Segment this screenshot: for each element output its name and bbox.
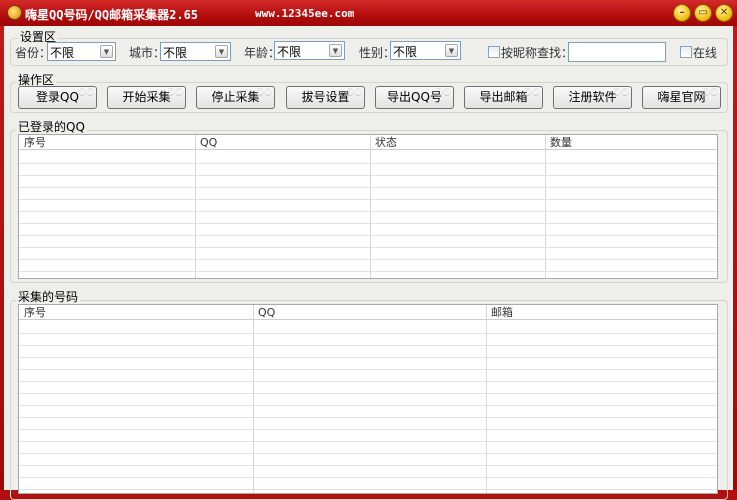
table-row	[19, 235, 717, 236]
maximize-button[interactable]: ▭	[694, 4, 712, 22]
table-row	[19, 247, 717, 248]
swirl-decoration-icon: ටට	[435, 86, 451, 99]
age-select[interactable]: 不限 ▼	[274, 41, 345, 60]
province-value: 不限	[50, 46, 75, 60]
export-qq-button[interactable]: 导出QQ号 ටට	[375, 86, 454, 109]
table-row	[19, 187, 717, 188]
online-label: 在线	[693, 46, 718, 60]
window-title: 嗨星QQ号码/QQ邮箱采集器2.65	[25, 8, 199, 22]
swirl-decoration-icon: ටට	[524, 86, 540, 99]
online-checkbox[interactable]	[680, 46, 692, 58]
app-window: 嗨星QQ号码/QQ邮箱采集器2.65 www.12345ee.com – ▭ ✕…	[0, 0, 737, 500]
button-label: 登录QQ	[36, 90, 79, 104]
register-button[interactable]: 注册软件 ටට	[553, 86, 632, 109]
close-button[interactable]: ✕	[715, 4, 733, 22]
table-row	[19, 405, 717, 406]
table-row	[19, 259, 717, 260]
table-row	[19, 199, 717, 200]
table-header: 序号 QQ 状态 数量	[19, 135, 717, 150]
button-label: 嗨星官网	[657, 90, 706, 104]
column-header[interactable]: 邮箱	[486, 305, 513, 320]
province-label: 省份：	[15, 46, 52, 60]
client-area: 设置区 省份： 不限 ▼ 城市： 不限 ▼ 年龄： 不限 ▼ 性别： 不限 ▼ 按昵称查…	[4, 26, 733, 500]
collected-group-label: 采集的号码	[16, 288, 81, 305]
column-header[interactable]: 状态	[370, 135, 397, 150]
export-email-button[interactable]: 导出邮箱 ටට	[464, 86, 543, 109]
table-row	[19, 333, 717, 334]
city-value: 不限	[163, 46, 188, 60]
table-row	[19, 163, 717, 164]
column-divider	[370, 135, 371, 278]
button-label: 注册软件	[568, 90, 617, 104]
swirl-decoration-icon: ටට	[256, 86, 272, 99]
swirl-decoration-icon: ටට	[613, 86, 629, 99]
column-header[interactable]: QQ	[195, 135, 217, 150]
logged-qq-table[interactable]: 序号 QQ 状态 数量	[18, 134, 718, 279]
start-collect-button[interactable]: 开始采集 ටට	[107, 86, 186, 109]
website-url: www.12345ee.com	[255, 7, 355, 20]
table-row	[19, 369, 717, 370]
gender-select[interactable]: 不限 ▼	[390, 41, 461, 60]
button-label: 开始采集	[122, 90, 171, 104]
chevron-down-icon: ▼	[445, 44, 458, 57]
column-divider	[545, 135, 546, 278]
chevron-down-icon: ▼	[100, 45, 113, 58]
button-label: 导出邮箱	[479, 90, 528, 104]
province-select[interactable]: 不限 ▼	[47, 42, 116, 61]
table-row	[19, 271, 717, 272]
app-logo-icon	[7, 5, 22, 20]
button-label: 拔号设置	[301, 90, 350, 104]
nickname-search-checkbox[interactable]	[488, 46, 500, 58]
column-header[interactable]: 数量	[545, 135, 572, 150]
title-bar[interactable]: 嗨星QQ号码/QQ邮箱采集器2.65 www.12345ee.com – ▭ ✕	[0, 0, 737, 26]
button-label: 停止采集	[211, 90, 260, 104]
city-select[interactable]: 不限 ▼	[160, 42, 231, 61]
table-row	[19, 453, 717, 454]
table-row	[19, 223, 717, 224]
swirl-decoration-icon: ටට	[702, 86, 718, 99]
minimize-button[interactable]: –	[673, 4, 691, 22]
swirl-decoration-icon: ටට	[167, 86, 183, 99]
chevron-down-icon: ▼	[215, 45, 228, 58]
table-row	[19, 175, 717, 176]
nickname-input[interactable]	[568, 42, 666, 62]
table-row	[19, 417, 717, 418]
column-divider	[195, 135, 196, 278]
nickname-search-label: 按昵称查找：	[501, 46, 574, 60]
column-header[interactable]: 序号	[19, 135, 46, 150]
logged-qq-group-label: 已登录的QQ	[16, 118, 87, 135]
age-value: 不限	[277, 45, 302, 59]
swirl-decoration-icon: ටට	[78, 86, 94, 99]
column-header[interactable]: 序号	[19, 305, 46, 320]
swirl-decoration-icon: ටට	[346, 86, 362, 99]
column-header[interactable]: QQ	[253, 305, 275, 320]
dial-settings-button[interactable]: 拔号设置 ටට	[286, 86, 365, 109]
login-qq-button[interactable]: 登录QQ ටට	[18, 86, 97, 109]
table-row	[19, 211, 717, 212]
table-row	[19, 345, 717, 346]
stop-collect-button[interactable]: 停止采集 ටට	[196, 86, 275, 109]
table-row	[19, 477, 717, 478]
table-row	[19, 441, 717, 442]
chevron-down-icon: ▼	[329, 44, 342, 57]
table-row	[19, 429, 717, 430]
collected-table[interactable]: 序号 QQ 邮箱	[18, 304, 718, 494]
gender-value: 不限	[393, 45, 418, 59]
table-row	[19, 357, 717, 358]
table-row	[19, 393, 717, 394]
table-row	[19, 381, 717, 382]
button-label: 导出QQ号	[387, 90, 442, 104]
official-site-button[interactable]: 嗨星官网 ටට	[642, 86, 721, 109]
table-row	[19, 465, 717, 466]
table-header: 序号 QQ 邮箱	[19, 305, 717, 320]
